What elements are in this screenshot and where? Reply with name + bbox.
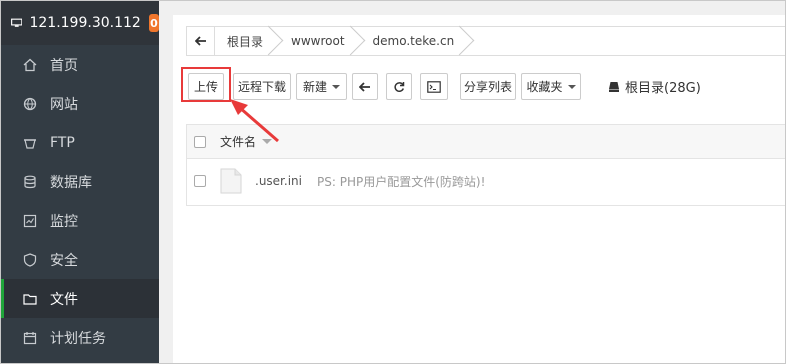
chevron-down-icon <box>332 84 340 89</box>
favorites-dropdown-button[interactable]: 收藏夹 <box>521 73 581 100</box>
breadcrumb: 根目录 wwwroot demo.teke.cn <box>186 26 785 56</box>
notification-badge[interactable]: 0 <box>148 14 159 32</box>
row-checkbox[interactable] <box>194 175 206 187</box>
file-table: 文件名 .user.ini PS: PHP用户配置文件(防跨站)! <box>186 124 785 206</box>
file-icon <box>220 168 242 194</box>
favorites-button-label: 收藏夹 <box>526 80 563 94</box>
sidebar-item-label: 首页 <box>50 57 78 74</box>
server-ip: 121.199.30.112 <box>29 15 141 31</box>
breadcrumb-wwwroot[interactable]: wwwroot <box>273 27 355 55</box>
new-dropdown-button[interactable]: 新建 <box>296 73 347 100</box>
arrow-left-icon <box>359 81 370 92</box>
sidebar-item-label: 计划任务 <box>50 330 106 347</box>
sidebar-item-files[interactable]: 文件 <box>1 279 159 318</box>
terminal-icon <box>427 80 441 93</box>
back-button[interactable] <box>352 73 378 100</box>
app-window: 121.199.30.112 0 首页 网站 FTP 数据库 监控 安全 文件 … <box>0 0 786 364</box>
sidebar-item-database[interactable]: 数据库 <box>1 162 159 201</box>
file-table-header: 文件名 <box>187 125 785 159</box>
file-manager-panel: 根目录 wwwroot demo.teke.cn 上传 远程下载 新建 分享列表… <box>173 15 785 363</box>
breadcrumb-root[interactable]: 根目录 <box>215 27 273 55</box>
file-description: PS: PHP用户配置文件(防跨站)! <box>317 174 486 189</box>
sidebar-item-cron[interactable]: 计划任务 <box>1 318 159 357</box>
chevron-down-icon <box>567 84 576 89</box>
database-icon <box>23 175 37 189</box>
sidebar-item-ftp[interactable]: FTP <box>1 123 159 162</box>
globe-icon <box>23 97 37 111</box>
server-header: 121.199.30.112 0 <box>1 1 159 45</box>
sidebar-item-home[interactable]: 首页 <box>1 45 159 84</box>
select-all-checkbox[interactable] <box>194 135 206 148</box>
shield-icon <box>23 252 37 267</box>
sidebar-item-label: FTP <box>50 134 75 151</box>
disk-icon <box>609 81 619 92</box>
monitor-chart-icon <box>23 214 37 228</box>
sidebar-item-label: 文件 <box>50 291 78 308</box>
home-icon <box>23 58 37 72</box>
sidebar-item-label: 监控 <box>50 213 78 230</box>
sidebar-item-label: 安全 <box>50 252 78 269</box>
sidebar-item-label: 网站 <box>50 96 78 113</box>
upload-highlight-box <box>181 67 231 102</box>
share-list-button[interactable]: 分享列表 <box>460 73 516 100</box>
sidebar-item-websites[interactable]: 网站 <box>1 84 159 123</box>
file-name[interactable]: .user.ini <box>255 174 317 188</box>
disk-selector[interactable]: 根目录(28G) <box>608 73 701 100</box>
sidebar-item-security[interactable]: 安全 <box>1 240 159 279</box>
ftp-icon <box>23 136 37 150</box>
new-button-label: 新建 <box>302 80 327 94</box>
sidebar-item-monitor[interactable]: 监控 <box>1 201 159 240</box>
disk-label: 根目录(28G) <box>625 81 701 96</box>
arrow-left-icon <box>194 36 206 46</box>
refresh-button[interactable] <box>386 73 412 100</box>
filename-column-header[interactable]: 文件名 <box>220 133 256 150</box>
sidebar-item-label: 数据库 <box>50 174 92 191</box>
monitor-icon <box>11 18 23 27</box>
refresh-icon <box>394 81 405 92</box>
terminal-button[interactable] <box>420 73 448 100</box>
sidebar: 121.199.30.112 0 首页 网站 FTP 数据库 监控 安全 文件 … <box>1 1 159 363</box>
folder-icon <box>23 292 37 306</box>
sort-down-icon[interactable] <box>262 139 273 144</box>
remote-download-button[interactable]: 远程下载 <box>233 73 291 100</box>
toolbar: 上传 远程下载 新建 分享列表 收藏夹 根目录(28G) <box>186 71 785 101</box>
breadcrumb-back-button[interactable] <box>187 27 215 55</box>
breadcrumb-site-dir[interactable]: demo.teke.cn <box>355 27 465 55</box>
calendar-icon <box>23 331 37 345</box>
table-row[interactable]: .user.ini PS: PHP用户配置文件(防跨站)! <box>187 159 785 203</box>
